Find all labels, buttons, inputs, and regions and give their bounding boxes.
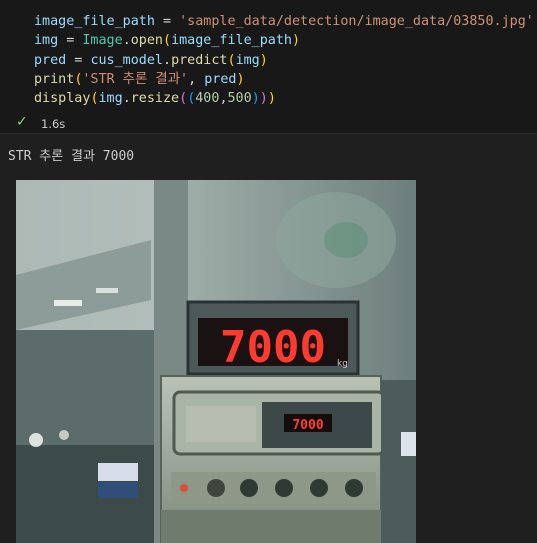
check-icon: ✓ bbox=[16, 114, 28, 130]
token: , bbox=[219, 91, 228, 107]
token: ) bbox=[267, 91, 276, 107]
token: ) bbox=[236, 71, 245, 87]
token: ( bbox=[163, 33, 172, 49]
token: = bbox=[58, 33, 83, 49]
token: ) bbox=[251, 91, 260, 107]
big-display-digits: 7000 bbox=[220, 322, 326, 373]
token: Image bbox=[82, 33, 123, 49]
token: 'STR 추론 결과' bbox=[82, 71, 189, 87]
token: ) bbox=[292, 33, 301, 49]
token: img bbox=[34, 33, 59, 49]
code-line-2: img = Image.open(image_file_path) bbox=[34, 31, 534, 50]
execution-time: 1.6s bbox=[41, 117, 66, 131]
token: predict bbox=[171, 52, 228, 68]
token: img bbox=[98, 91, 123, 107]
token: 500 bbox=[227, 91, 252, 107]
code-line-3: pred = cus_model.predict(img) bbox=[34, 51, 534, 70]
token: ( bbox=[179, 91, 188, 107]
token: ) bbox=[259, 52, 268, 68]
token: . bbox=[122, 91, 131, 107]
code-line-4: print('STR 추론 결과', pred) bbox=[34, 70, 534, 89]
token: , bbox=[188, 71, 205, 87]
token: resize bbox=[130, 91, 180, 107]
output-text: STR 추론 결과 7000 bbox=[8, 149, 135, 164]
token: . bbox=[163, 52, 172, 68]
token: print bbox=[34, 71, 75, 87]
token: open bbox=[130, 33, 163, 49]
code-editor[interactable]: image_file_path = 'sample_data/detection… bbox=[34, 12, 534, 108]
execution-status: ✓ 1.6s bbox=[0, 114, 200, 134]
token: = bbox=[154, 14, 180, 29]
token: display bbox=[34, 91, 91, 107]
token: pred bbox=[204, 71, 237, 87]
token: 'sample_data/detection/image_data/03850.… bbox=[179, 14, 534, 29]
code-line-5: display(img.resize((400,500))) bbox=[34, 89, 534, 108]
token: image_file_path bbox=[171, 33, 292, 49]
token: 400 bbox=[195, 91, 220, 107]
token: ) bbox=[259, 91, 268, 107]
token: image_file_path bbox=[34, 14, 155, 29]
token: ( bbox=[90, 91, 99, 107]
output-image: 7000 kg 7000 bbox=[16, 180, 416, 543]
token: pred bbox=[34, 52, 67, 68]
weight-indicator: 7000 kg bbox=[186, 300, 360, 376]
cell-divider bbox=[0, 133, 537, 134]
token: = bbox=[66, 52, 91, 68]
token: cus_model bbox=[90, 52, 163, 68]
token: ( bbox=[227, 52, 236, 68]
unit-label: kg bbox=[337, 359, 348, 369]
code-line-1: image_file_path = 'sample_data/detection… bbox=[34, 12, 534, 31]
token: img bbox=[235, 52, 260, 68]
token: . bbox=[122, 33, 131, 49]
small-display-digits: 7000 bbox=[292, 418, 323, 433]
